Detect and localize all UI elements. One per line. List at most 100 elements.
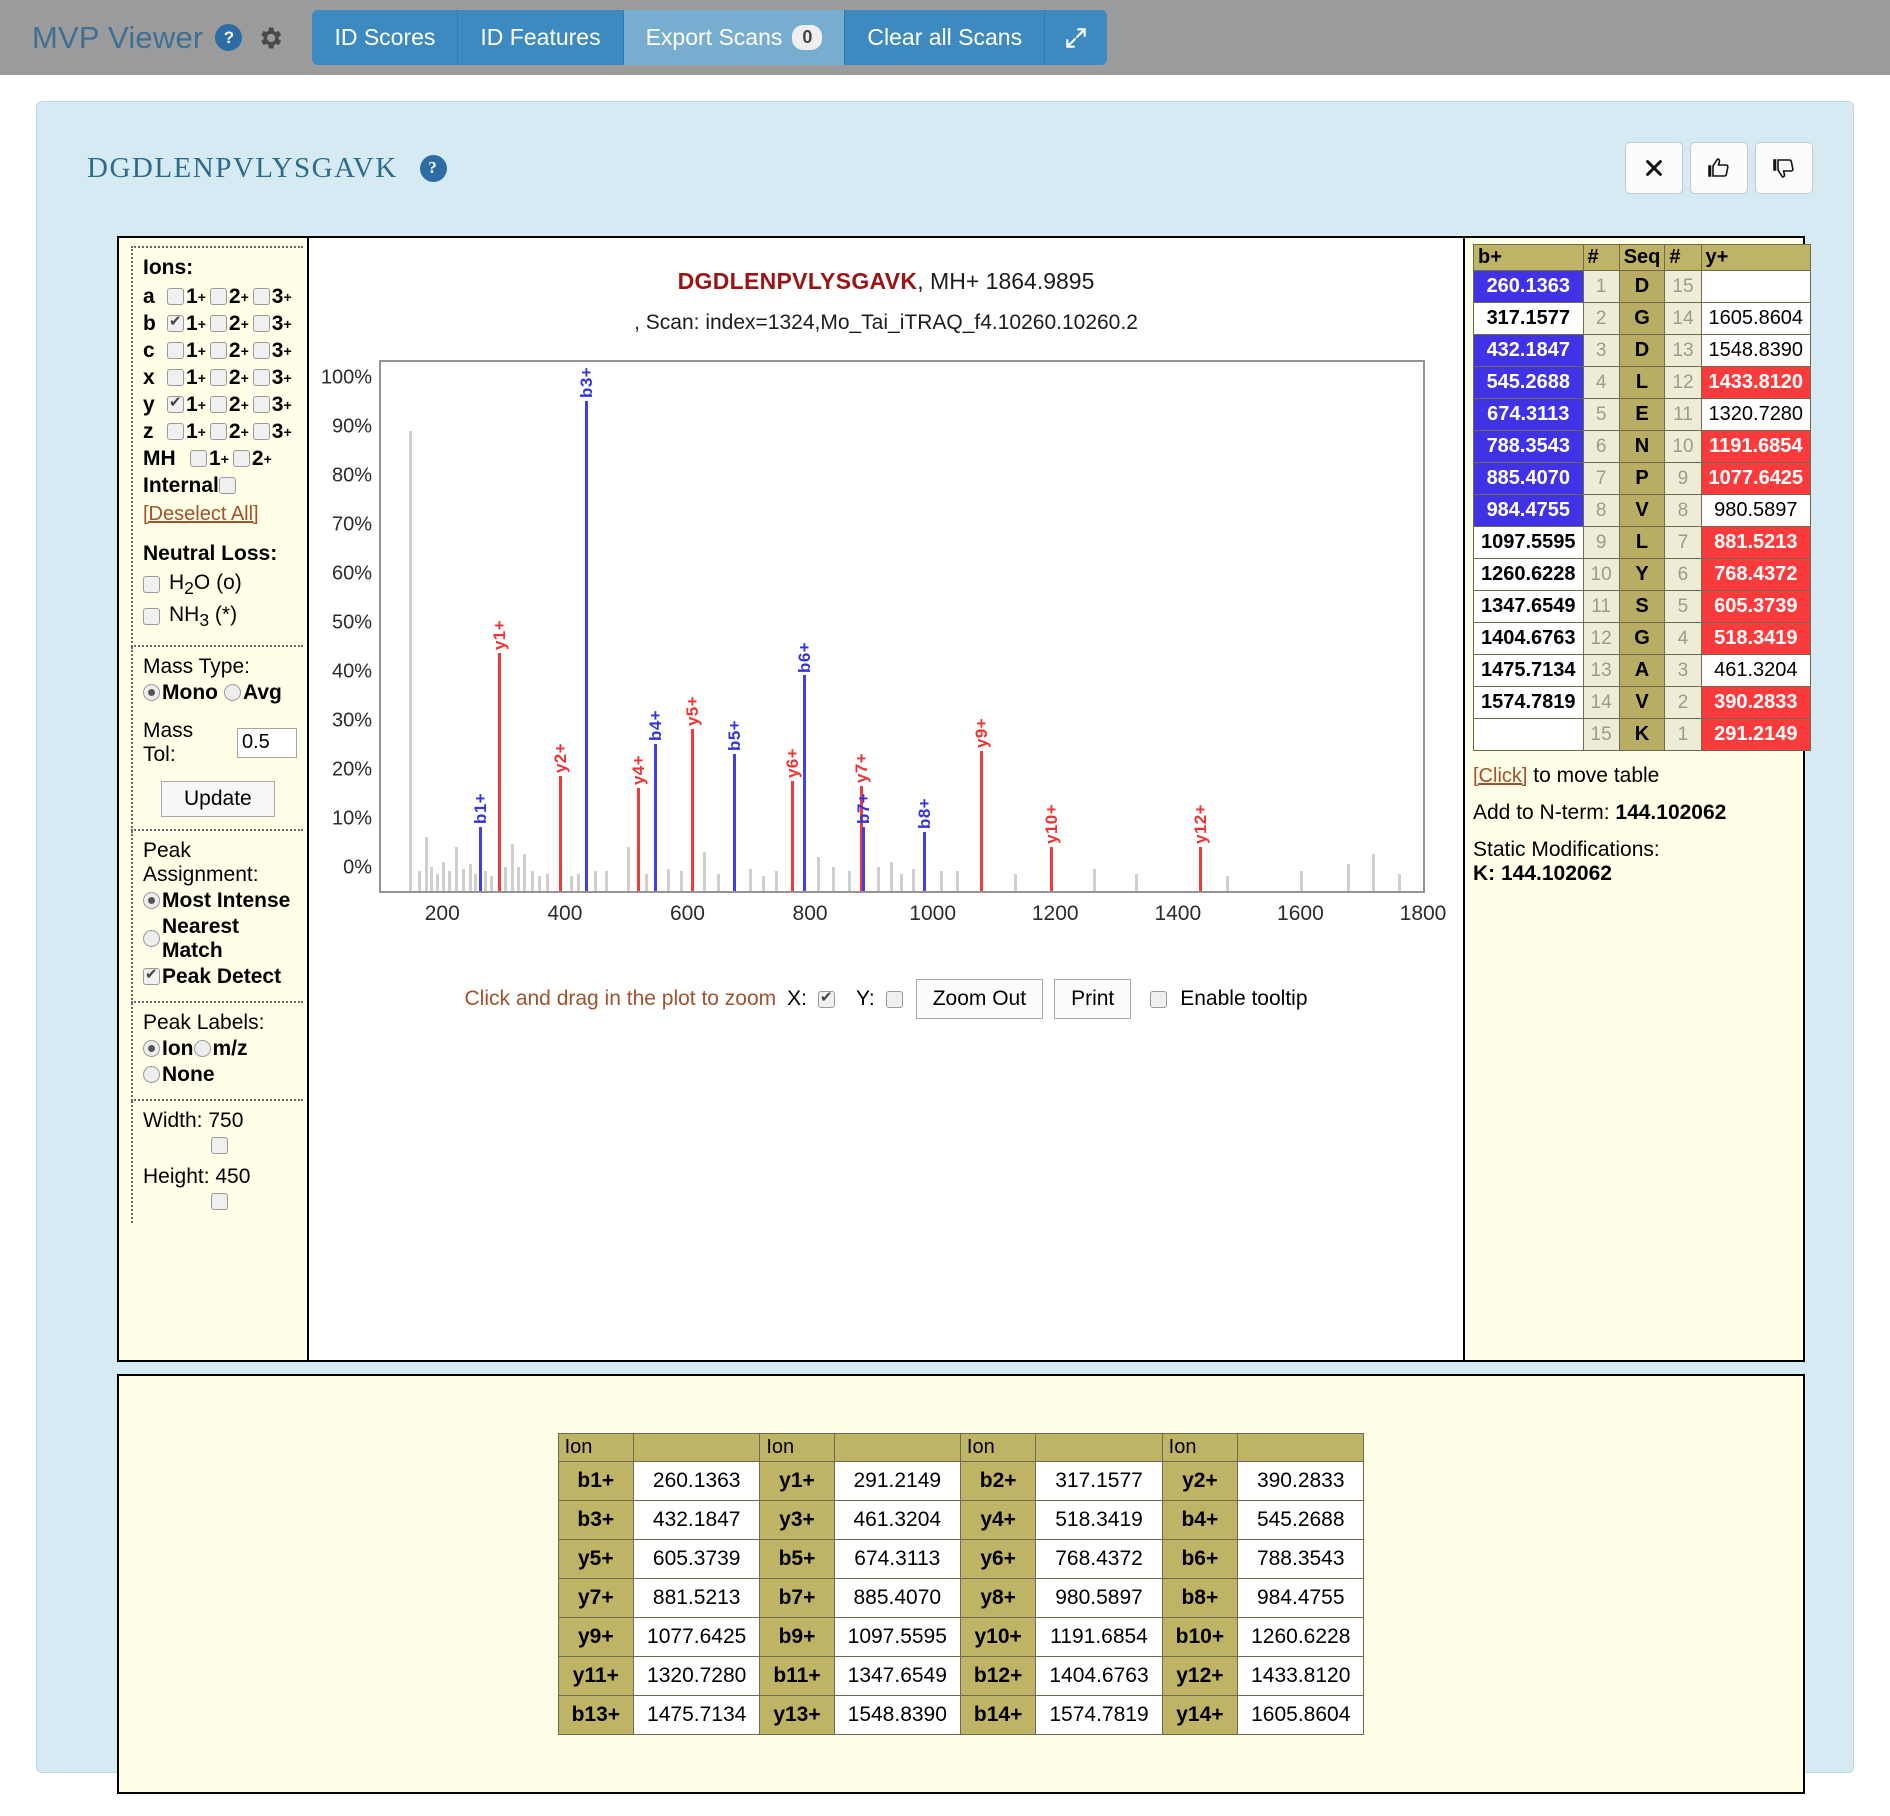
table-row[interactable]: 260.1363 1 D 15 [1473, 270, 1812, 303]
plot-area[interactable]: 0% 10% 20% 30% 40% 50% 60% 70% 80% 90% 100% 200 400 6… [321, 360, 1446, 945]
help-icon[interactable]: ? [215, 24, 243, 51]
zoom-out-button[interactable]: Zoom Out [915, 979, 1044, 1019]
peak-b3plus[interactable] [584, 401, 588, 891]
update-button[interactable]: Update [161, 780, 275, 817]
peak-b1plus[interactable] [479, 827, 483, 891]
nh3-checkbox[interactable] [143, 608, 160, 626]
b-ion-cell[interactable]: 1404.6763 [1473, 622, 1584, 655]
peak-b8plus[interactable] [923, 832, 927, 891]
height-slider-handle[interactable] [210, 1193, 228, 1211]
ion-x-3plus-checkbox[interactable] [252, 369, 270, 387]
zoom-y-checkbox[interactable] [885, 990, 903, 1008]
peak-b5plus[interactable] [733, 753, 737, 891]
ion-z-3plus-checkbox[interactable] [252, 423, 270, 441]
b-ion-cell[interactable]: 545.2688 [1473, 366, 1584, 399]
clear-all-scans-button[interactable]: Clear all Scans [845, 10, 1046, 65]
y-ion-cell[interactable]: 1433.8120 [1700, 366, 1812, 399]
y-ion-cell[interactable]: 461.3204 [1700, 654, 1812, 687]
mh-2plus-checkbox[interactable] [232, 450, 250, 468]
id-scores-button[interactable]: ID Scores [312, 10, 459, 65]
peak-b7plus[interactable] [862, 827, 866, 891]
ion-z-1plus-checkbox[interactable] [167, 423, 184, 441]
table-row[interactable]: 545.2688 4 L 12 1433.8120 [1473, 366, 1812, 399]
ion-y-1plus-checkbox[interactable] [167, 393, 184, 414]
ion-x-2plus-checkbox[interactable] [209, 369, 227, 387]
table-row[interactable]: 788.3543 6 N 10 1191.6854 [1473, 430, 1812, 463]
table-row[interactable]: 1347.6549 11 S 5 605.3739 [1473, 590, 1812, 623]
peak-y4plus[interactable] [637, 788, 641, 891]
peak-y2plus[interactable] [558, 775, 562, 891]
table-row[interactable]: 1404.6763 12 G 4 518.3419 [1473, 622, 1812, 655]
ion-b-3plus-checkbox[interactable] [252, 315, 270, 333]
y-ion-cell[interactable]: 1548.8390 [1700, 334, 1812, 367]
y-ion-cell[interactable]: 291.2149 [1700, 718, 1812, 751]
y-ion-cell[interactable]: 605.3739 [1700, 590, 1812, 623]
peak-y5plus[interactable] [690, 729, 694, 891]
b-ion-cell[interactable]: 317.1577 [1473, 302, 1584, 335]
expand-arrows-icon[interactable] [1045, 10, 1108, 65]
y-ion-cell[interactable]: 518.3419 [1700, 622, 1812, 655]
mass-type-mono-radio[interactable] [143, 684, 160, 702]
width-slider-handle[interactable] [210, 1137, 228, 1155]
mh-1plus-checkbox[interactable] [190, 450, 207, 468]
b-ion-cell[interactable]: 885.4070 [1473, 462, 1584, 495]
plot-axes[interactable]: 0% 10% 20% 30% 40% 50% 60% 70% 80% 90% 100% 200 400 6… [321, 360, 1446, 925]
peak-y12plus[interactable] [1198, 846, 1202, 891]
b-ion-cell[interactable]: 1475.7134 [1473, 654, 1584, 687]
enable-tooltip-checkbox[interactable] [1150, 990, 1168, 1008]
deselect-all-link[interactable]: [Deselect All] [143, 503, 259, 525]
b-ion-cell[interactable]: 432.1847 [1473, 334, 1584, 367]
thumbs-up-button[interactable] [1690, 142, 1748, 194]
peak-label-mz-radio[interactable] [193, 1040, 211, 1058]
y-ion-cell[interactable]: 1191.6854 [1700, 430, 1812, 463]
y-ion-cell[interactable]: 1320.7280 [1700, 398, 1812, 431]
b-ion-cell[interactable]: 984.4755 [1473, 494, 1584, 527]
ion-a-3plus-checkbox[interactable] [252, 288, 270, 306]
most-intense-radio[interactable] [143, 892, 160, 910]
peak-b6plus[interactable] [802, 675, 806, 891]
b-ion-cell[interactable]: 1574.7819 [1473, 686, 1584, 719]
table-row[interactable]: 1574.7819 14 V 2 390.2833 [1473, 686, 1812, 719]
y-ion-cell[interactable]: 1077.6425 [1700, 462, 1812, 495]
b-ion-cell[interactable]: 674.3113 [1473, 398, 1584, 431]
b-ion-cell[interactable]: 788.3543 [1473, 430, 1584, 463]
h2o-checkbox[interactable] [143, 576, 160, 594]
b-ion-cell[interactable]: 260.1363 [1473, 270, 1584, 303]
ion-x-1plus-checkbox[interactable] [167, 369, 184, 387]
ion-c-3plus-checkbox[interactable] [252, 342, 270, 360]
y-ion-cell[interactable]: 390.2833 [1700, 686, 1812, 719]
peptide-help-icon[interactable]: ? [419, 154, 447, 182]
table-row[interactable]: 1475.7134 13 A 3 461.3204 [1473, 654, 1812, 687]
b-ion-cell[interactable] [1473, 718, 1584, 751]
table-row[interactable]: 984.4755 8 V 8 980.5897 [1473, 494, 1812, 527]
ion-c-1plus-checkbox[interactable] [167, 342, 184, 360]
print-button[interactable]: Print [1054, 979, 1132, 1019]
table-row[interactable]: 15 K 1 291.2149 [1473, 718, 1812, 751]
ion-c-2plus-checkbox[interactable] [209, 342, 227, 360]
y-ion-cell[interactable] [1700, 270, 1812, 303]
internal-checkbox[interactable] [218, 477, 236, 495]
table-row[interactable]: 885.4070 7 P 9 1077.6425 [1473, 462, 1812, 495]
gear-icon[interactable] [256, 24, 284, 52]
peak-label-ion-radio[interactable] [143, 1040, 160, 1058]
nearest-match-radio[interactable] [143, 930, 160, 948]
peak-y9plus[interactable] [980, 751, 984, 891]
ion-y-2plus-checkbox[interactable] [209, 396, 227, 414]
ion-z-2plus-checkbox[interactable] [209, 423, 227, 441]
table-row[interactable]: 674.3113 5 E 11 1320.7280 [1473, 398, 1812, 431]
ion-y-3plus-checkbox[interactable] [252, 396, 270, 414]
b-ion-cell[interactable]: 1097.5595 [1473, 526, 1584, 559]
peak-detect-checkbox[interactable] [143, 965, 160, 986]
close-button[interactable] [1625, 142, 1683, 194]
y-ion-cell[interactable]: 980.5897 [1700, 494, 1812, 527]
table-row[interactable]: 317.1577 2 G 14 1605.8604 [1473, 302, 1812, 335]
y-ion-cell[interactable]: 1605.8604 [1700, 302, 1812, 335]
peak-y6plus[interactable] [790, 780, 794, 891]
mass-tol-input[interactable] [237, 727, 297, 758]
ion-b-1plus-checkbox[interactable] [167, 312, 184, 333]
move-table-link[interactable]: [Click] [1473, 765, 1527, 787]
table-row[interactable]: 1097.5595 9 L 7 881.5213 [1473, 526, 1812, 559]
b-ion-cell[interactable]: 1347.6549 [1473, 590, 1584, 623]
peak-b4plus[interactable] [653, 744, 657, 891]
peak-label-none-radio[interactable] [143, 1066, 160, 1084]
